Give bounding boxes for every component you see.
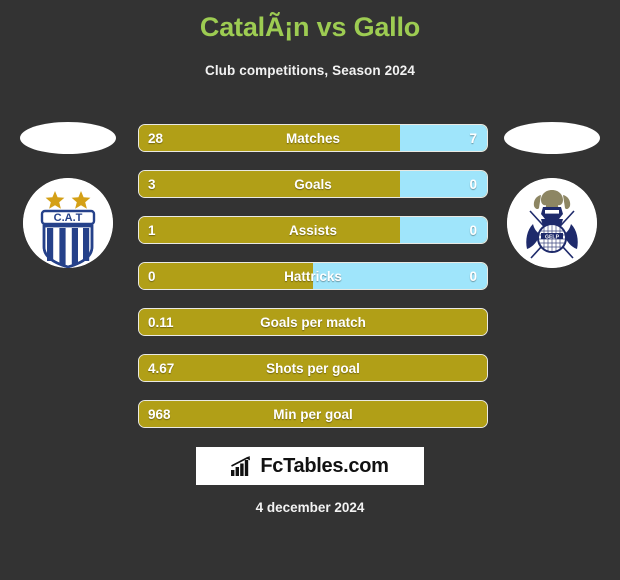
home-crest-shadow-oval xyxy=(20,122,116,154)
stat-label: Shots per goal xyxy=(266,360,360,376)
stat-row-goals-per-match: 0.11 Goals per match xyxy=(138,308,488,336)
stat-row-min-per-goal: 968 Min per goal xyxy=(138,400,488,428)
stat-row-hattricks: 0 Hattricks 0 xyxy=(138,262,488,290)
stat-row-matches: 28 Matches 7 xyxy=(138,124,488,152)
stat-label: Assists xyxy=(288,222,338,238)
brand-name: FcTables.com xyxy=(260,454,389,477)
page-title: CatalÃ¡n vs Gallo xyxy=(199,12,421,42)
generated-date: 4 december 2024 xyxy=(255,500,365,515)
away-crest-shadow-oval xyxy=(504,122,600,154)
stat-row-shots-per-goal: 4.67 Shots per goal xyxy=(138,354,488,382)
away-value: 0 xyxy=(469,268,477,284)
away-value: 0 xyxy=(469,176,477,192)
stat-comparison-card: CatalÃ¡n vs Gallo Club competitions, Sea… xyxy=(0,0,620,580)
away-value: 7 xyxy=(469,130,477,146)
home-team-crest-icon: C.A.T xyxy=(23,178,113,268)
stat-label: Goals xyxy=(294,176,332,192)
stat-row-goals: 3 Goals 0 xyxy=(138,170,488,198)
away-team-crest-icon: GELP xyxy=(507,178,597,268)
stat-label: Goals per match xyxy=(260,314,366,330)
away-value: 0 xyxy=(469,222,477,238)
svg-text:GELP: GELP xyxy=(545,234,560,240)
stat-label: Hattricks xyxy=(284,268,342,284)
stat-label: Matches xyxy=(285,130,341,146)
stat-label: Min per goal xyxy=(273,406,353,422)
page-subtitle: Club competitions, Season 2024 xyxy=(204,63,416,78)
bar-chart-icon xyxy=(231,456,251,476)
stat-row-assists: 1 Assists 0 xyxy=(138,216,488,244)
svg-text:C.A.T: C.A.T xyxy=(54,212,83,224)
fctables-logo[interactable]: FcTables.com xyxy=(196,447,424,485)
